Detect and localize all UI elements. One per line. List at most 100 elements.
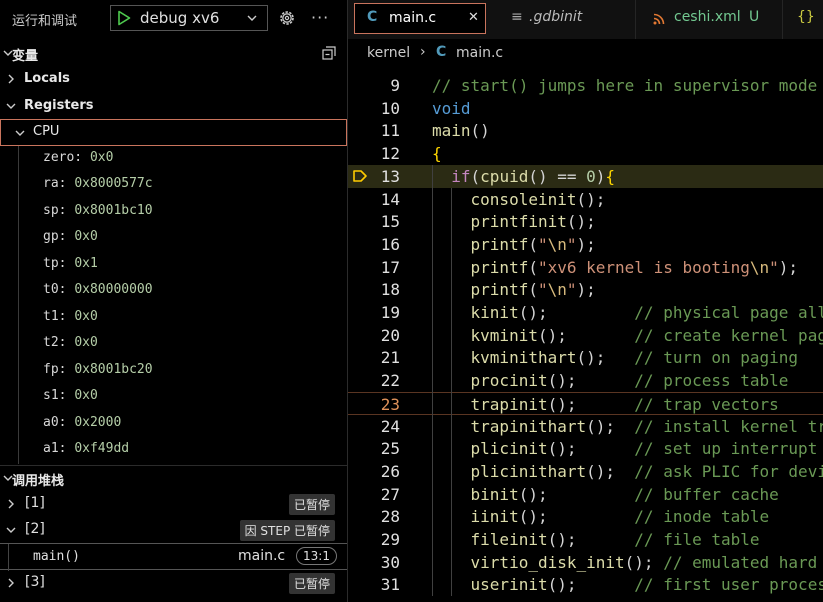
code-line[interactable]: 12 {: [348, 142, 823, 165]
register-name: a1:: [43, 441, 67, 456]
line-number: 22: [380, 371, 400, 391]
code-line[interactable]: 14 consoleinit();: [348, 188, 823, 211]
code-line[interactable]: 23 trapinit(); // trap vectors: [348, 391, 823, 415]
untracked-badge: U: [749, 9, 760, 25]
registers-scope[interactable]: Registers: [0, 94, 347, 118]
debug-config-select[interactable]: debug xv6: [110, 5, 268, 31]
code-line[interactable]: 29 fileinit(); // file table: [348, 528, 823, 551]
code-text: procinit(); // process table: [470, 371, 789, 391]
register-value: 0x80000000: [74, 282, 153, 297]
code-line[interactable]: 18 printf("\n");: [348, 278, 823, 301]
thread-row[interactable]: [3] 已暂停: [0, 570, 347, 596]
register-name: ra:: [43, 176, 67, 191]
locals-scope[interactable]: Locals: [0, 67, 347, 91]
register-name: gp:: [43, 229, 67, 244]
code-line[interactable]: 22 procinit(); // process table: [348, 369, 823, 392]
code-text: userinit(); // first user process: [470, 575, 823, 595]
register-row[interactable]: ra: 0x8000577c: [43, 176, 153, 202]
code-line[interactable]: 26 plicinithart(); // ask PLIC for devic…: [348, 460, 823, 483]
code-text: iinit(); // inode table: [470, 507, 770, 527]
code-text: trapinithart(); // install kernel trap v…: [470, 416, 823, 436]
settings-file-icon: ≡: [511, 9, 523, 25]
line-number: 12: [380, 144, 400, 164]
register-row[interactable]: gp: 0x0: [43, 229, 98, 255]
thread-row[interactable]: [2] 因 STEP 已暂停: [0, 517, 347, 543]
line-number: 24: [380, 416, 400, 436]
thread-row[interactable]: [1] 已暂停: [0, 491, 347, 517]
status-badge: 已暂停: [288, 573, 335, 594]
play-icon[interactable]: [116, 10, 132, 26]
line-number: 11: [380, 121, 400, 141]
c-file-icon: C: [436, 44, 447, 60]
code-line[interactable]: 28 iinit(); // inode table: [348, 505, 823, 528]
tab-json[interactable]: {}: [783, 0, 823, 39]
code-editor[interactable]: 9 // start() jumps here in supervisor mod…: [348, 74, 823, 602]
code-line[interactable]: 16 printf("\n");: [348, 233, 823, 256]
more-actions-icon[interactable]: ···: [311, 8, 329, 27]
register-row[interactable]: fp: 0x8001bc20: [43, 362, 153, 388]
close-icon[interactable]: ✕: [468, 10, 479, 25]
code-text: printf("\n");: [470, 234, 596, 254]
chevron-right-icon: [8, 74, 14, 84]
variables-title: 变量: [12, 49, 39, 64]
code-line[interactable]: 20 kvminit(); // create kernel page tabl…: [348, 324, 823, 347]
register-row[interactable]: a1: 0xf49dd: [43, 441, 129, 467]
locals-label: Locals: [24, 71, 70, 86]
code-line[interactable]: 30 virtio_disk_init(); // emulated hard …: [348, 551, 823, 574]
json-file-icon: {}: [797, 9, 815, 25]
thread-label: [2]: [25, 521, 45, 537]
register-value: 0x0: [89, 150, 114, 165]
register-value: 0x0: [74, 388, 98, 403]
frame-file: main.c: [238, 548, 286, 564]
register-row[interactable]: s1: 0x0: [43, 388, 98, 414]
chevron-down-icon[interactable]: [246, 12, 258, 24]
line-number: 25: [380, 439, 400, 459]
tab-ceshi-xml[interactable]: ceshi.xml U: [636, 0, 783, 39]
tab-main-c[interactable]: C main.c ✕: [354, 3, 486, 34]
register-row[interactable]: t1: 0x0: [43, 309, 98, 335]
gear-icon[interactable]: [278, 9, 296, 27]
code-line[interactable]: 19 kinit(); // physical page allocator: [348, 301, 823, 324]
register-row[interactable]: a0: 0x2000: [43, 415, 121, 441]
code-line[interactable]: 25 plicinit(); // set up interrupt contr…: [348, 437, 823, 460]
code-line[interactable]: 27 binit(); // buffer cache: [348, 483, 823, 506]
register-name: tp:: [43, 256, 67, 271]
register-row[interactable]: sp: 0x8001bc10: [43, 203, 153, 229]
debug-config-label: debug xv6: [140, 9, 220, 27]
register-row[interactable]: zero: 0x0: [43, 150, 113, 176]
breadcrumb-file[interactable]: main.c: [456, 45, 503, 61]
code-text: kvminithart(); // turn on paging: [470, 348, 799, 368]
collapse-all-icon[interactable]: [321, 45, 337, 61]
stack-frame-row[interactable]: main() main.c 13:1: [0, 543, 347, 571]
register-name: sp:: [43, 203, 67, 218]
code-line[interactable]: 31 userinit(); // first user process: [348, 573, 823, 596]
code-line[interactable]: 13 if(cpuid() == 0){: [348, 164, 823, 188]
tab-gdbinit[interactable]: ≡ .gdbinit: [491, 0, 636, 39]
debug-stackframe-icon[interactable]: [352, 169, 368, 183]
line-number: 19: [380, 303, 400, 322]
code-line[interactable]: 21 kvminithart(); // turn on paging: [348, 346, 823, 369]
line-number: 16: [380, 234, 400, 254]
indent-guide: [451, 187, 452, 597]
register-row[interactable]: tp: 0x1: [43, 256, 98, 282]
code-line[interactable]: 24 trapinithart(); // install kernel tra…: [348, 415, 823, 438]
run-and-debug-panel: 运行和调试 debug xv6 ··· 变量 Locals Registers …: [0, 0, 348, 602]
variables-section-header[interactable]: 变量: [0, 41, 347, 65]
code-line[interactable]: 10 void: [348, 97, 823, 120]
register-row[interactable]: t0: 0x80000000: [43, 282, 153, 308]
breadcrumb-separator: ›: [420, 44, 426, 60]
code-line[interactable]: 9 // start() jumps here in supervisor mod…: [348, 74, 823, 97]
code-line[interactable]: 15 printfinit();: [348, 210, 823, 233]
code-line[interactable]: 17 printf("xv6 kernel is booting\n");: [348, 256, 823, 279]
breadcrumb-folder[interactable]: kernel: [367, 45, 410, 61]
code-text: binit(); // buffer cache: [470, 484, 779, 504]
register-value: 0x0: [74, 309, 98, 324]
code-text: main(): [432, 121, 490, 141]
cpu-register-group[interactable]: CPU: [0, 119, 347, 146]
line-number: 14: [380, 189, 400, 209]
code-text: trapinit(); // trap vectors: [470, 394, 779, 414]
code-text: if(cpuid() == 0){: [451, 166, 616, 186]
register-row[interactable]: t2: 0x0: [43, 335, 98, 361]
call-stack-section-header[interactable]: 调用堆栈: [0, 465, 347, 490]
code-line[interactable]: 11 main(): [348, 119, 823, 142]
